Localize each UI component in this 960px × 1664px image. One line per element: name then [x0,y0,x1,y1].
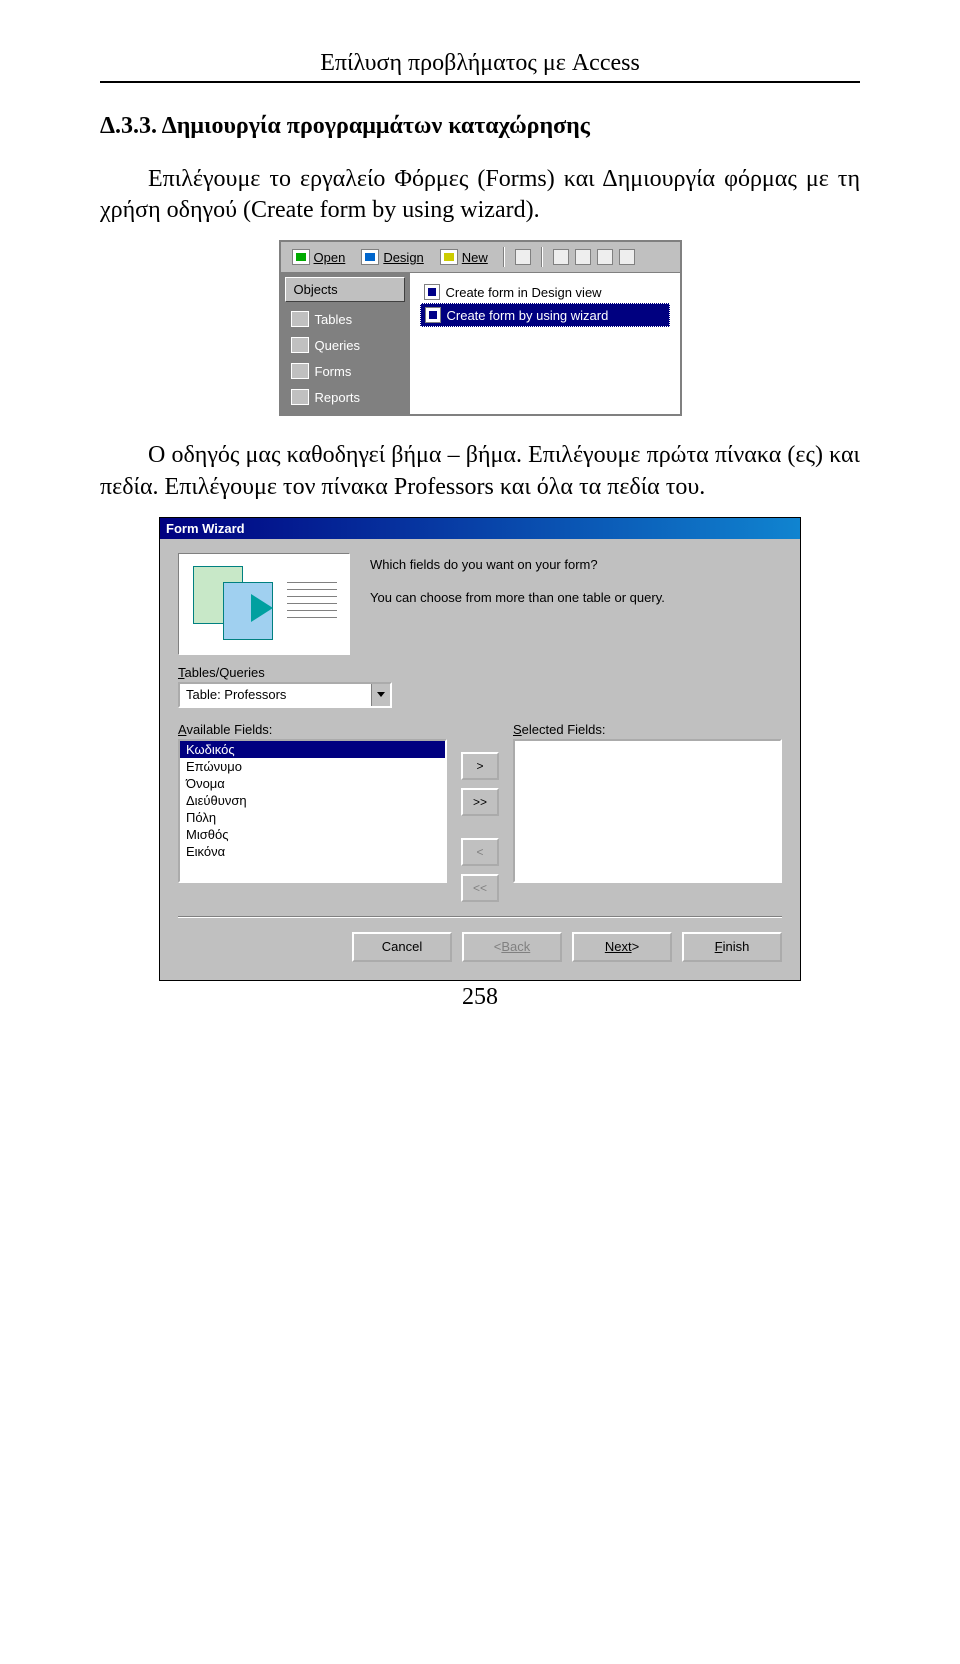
section-title: Δ.3.3. Δημιουργία προγραμμάτων καταχώρησ… [100,113,860,140]
wizard-subtext: You can choose from more than one table … [370,590,782,605]
running-header: Επίλυση προβλήματος με Access [100,50,860,77]
new-icon [440,249,458,265]
tables-queries-combo[interactable] [178,682,392,708]
queries-icon [291,337,309,353]
new-label: New [462,250,488,265]
open-label: Open [314,250,346,265]
next-button[interactable]: Next > [572,932,672,962]
delete-icon[interactable] [515,249,531,265]
create-form-using-wizard[interactable]: Create form by using wizard [420,303,670,327]
list-item[interactable]: Κωδικός [180,741,445,758]
sidebar-item-reports[interactable]: Reports [285,384,405,410]
toolbar-divider-2 [541,247,543,267]
open-button[interactable]: Open [287,246,351,268]
combo-dropdown-button[interactable] [371,684,390,706]
list-item[interactable]: Εικόνα [180,843,445,860]
view-details-icon[interactable] [619,249,635,265]
access-toolbar: Open Design New [281,242,680,273]
back-button[interactable]: < Back [462,932,562,962]
reports-icon [291,389,309,405]
sidebar-header: Objects [285,277,405,302]
access-database-window: Open Design New O [279,240,682,416]
list-item[interactable]: Πόλη [180,809,445,826]
add-all-fields-button[interactable]: >> [461,788,499,816]
objects-sidebar: Objects Tables Queries Forms Reports [281,273,409,414]
remove-field-button[interactable]: < [461,838,499,866]
form-wizard-dialog: Form Wizard Which fields do you want on … [159,517,801,981]
new-button[interactable]: New [435,246,493,268]
move-buttons: > >> < << [461,722,499,902]
list-item[interactable]: Επώνυμο [180,758,445,775]
selected-fields-list[interactable] [513,739,782,883]
sidebar-item-forms[interactable]: Forms [285,358,405,384]
add-field-button[interactable]: > [461,752,499,780]
header-rule [100,81,860,83]
page-number: 258 [0,984,960,1011]
available-fields-list[interactable]: Κωδικός Επώνυμο Όνομα Διεύθυνση Πόλη Μισ… [178,739,447,883]
cancel-button[interactable]: Cancel [352,932,452,962]
create-form-design-view[interactable]: Create form in Design view [420,281,670,303]
view-large-icon[interactable] [553,249,569,265]
chevron-down-icon [377,692,385,697]
wizard-titlebar: Form Wizard [160,518,800,539]
design-button[interactable]: Design [356,246,428,268]
list-item[interactable]: Μισθός [180,826,445,843]
wizard-icon [425,307,441,323]
view-small-icon[interactable] [575,249,591,265]
finish-button[interactable]: Finish [682,932,782,962]
paragraph-2: Ο οδηγός μας καθοδηγεί βήμα – βήμα. Επιλ… [100,440,860,502]
sidebar-item-queries[interactable]: Queries [285,332,405,358]
toolbar-divider [503,247,505,267]
design-icon [361,249,379,265]
tables-queries-label: Tables/Queries [178,665,782,680]
list-item[interactable]: Όνομα [180,775,445,792]
tables-icon [291,311,309,327]
list-item[interactable]: Διεύθυνση [180,792,445,809]
tables-queries-value[interactable] [180,684,371,706]
forms-icon [291,363,309,379]
selected-fields-label: Selected Fields: [513,722,782,737]
design-label: Design [383,250,423,265]
available-fields-label: Available Fields: [178,722,447,737]
open-icon [292,249,310,265]
paragraph-1: Επιλέγουμε το εργαλείο Φόρμες (Forms) κα… [100,164,860,226]
wizard-illustration [178,553,350,655]
sidebar-item-tables[interactable]: Tables [285,306,405,332]
view-list-icon[interactable] [597,249,613,265]
remove-all-fields-button[interactable]: << [461,874,499,902]
wizard-icon [424,284,440,300]
forms-list: Create form in Design view Create form b… [409,273,680,414]
wizard-question: Which fields do you want on your form? [370,557,782,572]
